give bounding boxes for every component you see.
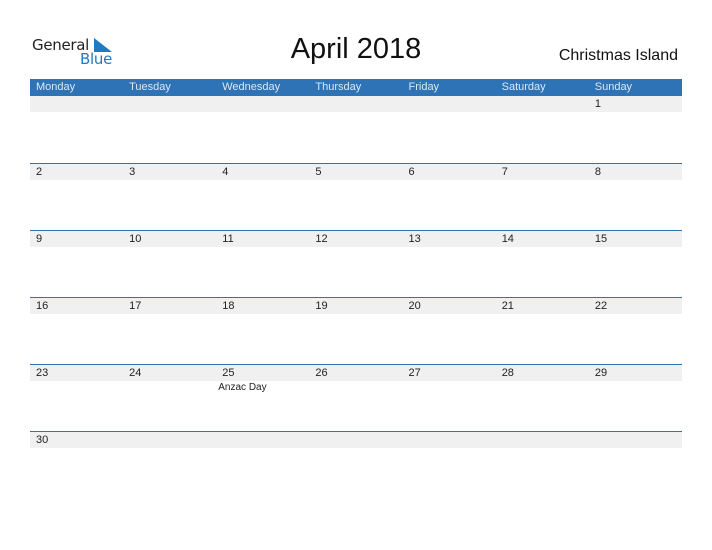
day-cell[interactable]: 15 [589, 231, 682, 297]
day-cell[interactable]: 11 [216, 231, 309, 297]
day-number: 4 [222, 166, 229, 178]
day-number: 2 [36, 166, 43, 178]
day-cell[interactable] [216, 96, 309, 162]
week-row: 9 10 11 12 13 14 15 [30, 230, 682, 297]
day-cell[interactable] [123, 96, 216, 162]
day-number: 10 [129, 233, 142, 245]
day-cell[interactable] [216, 432, 309, 498]
day-number: 30 [36, 434, 49, 446]
day-number: 9 [36, 233, 43, 245]
day-cell[interactable]: 19 [309, 298, 402, 364]
day-cell[interactable]: 2 [30, 164, 123, 230]
week-row: 2 3 4 5 6 7 8 [30, 163, 682, 230]
day-number: 26 [315, 367, 328, 379]
day-number: 14 [501, 233, 514, 245]
day-cell[interactable] [403, 96, 496, 162]
day-cell[interactable] [589, 432, 682, 498]
day-cell[interactable]: 16 [30, 298, 123, 364]
day-number: 18 [222, 300, 235, 312]
week-row: 16 17 18 19 20 21 22 [30, 297, 682, 364]
day-cell[interactable]: 24 [123, 365, 216, 431]
day-cell[interactable]: 5 [309, 164, 402, 230]
weekday-friday: Friday [408, 81, 440, 93]
day-number: 7 [501, 166, 508, 178]
day-number: 12 [315, 233, 328, 245]
day-cell[interactable]: 22 [589, 298, 682, 364]
day-cell[interactable]: 21 [496, 298, 589, 364]
day-cell[interactable]: 1 [589, 96, 682, 162]
weekday-saturday: Saturday [501, 81, 546, 93]
day-cell[interactable]: 17 [123, 298, 216, 364]
day-cell[interactable]: 20 [403, 298, 496, 364]
weekday-monday: Monday [36, 81, 76, 93]
week-row: 1 [30, 96, 682, 163]
day-cell[interactable]: 28 [496, 365, 589, 431]
day-number: 1 [594, 98, 601, 110]
day-number: 16 [36, 300, 49, 312]
week-row: 23 24 25 Anzac Day 26 27 28 29 [30, 364, 682, 431]
day-cell[interactable]: 13 [403, 231, 496, 297]
day-cell[interactable]: 6 [403, 164, 496, 230]
day-cell[interactable]: 8 [589, 164, 682, 230]
day-cell[interactable]: 26 [309, 365, 402, 431]
day-number: 27 [408, 367, 421, 379]
day-number: 19 [315, 300, 328, 312]
day-number: 5 [315, 166, 322, 178]
day-number: 23 [36, 367, 49, 379]
day-number: 6 [408, 166, 415, 178]
day-number: 8 [594, 166, 601, 178]
day-number: 20 [408, 300, 421, 312]
day-cell[interactable] [123, 432, 216, 498]
holiday-event: Anzac Day [218, 382, 267, 393]
day-number: 17 [129, 300, 142, 312]
day-cell[interactable]: 9 [30, 231, 123, 297]
weekday-tuesday: Tuesday [129, 81, 171, 93]
day-number: 3 [129, 166, 136, 178]
calendar-grid: 1 2 3 4 5 6 7 8 9 10 11 12 13 14 15 16 17 18 19 20 21 22 23 24 2… [30, 96, 682, 498]
day-cell[interactable]: 4 [216, 164, 309, 230]
weekday-sunday: Sunday [594, 81, 633, 93]
day-number: 24 [129, 367, 142, 379]
day-cell[interactable]: 14 [496, 231, 589, 297]
day-cell[interactable]: 25 Anzac Day [216, 365, 309, 431]
day-cell[interactable]: 12 [309, 231, 402, 297]
day-number: 11 [222, 233, 234, 245]
day-number: 25 [222, 367, 235, 379]
day-number: 28 [501, 367, 514, 379]
day-number: 29 [594, 367, 608, 379]
day-cell[interactable]: 27 [403, 365, 496, 431]
day-cell[interactable] [496, 432, 589, 498]
day-cell[interactable]: 10 [123, 231, 216, 297]
day-cell[interactable] [496, 96, 589, 162]
day-number: 13 [408, 233, 421, 245]
day-cell[interactable] [309, 432, 402, 498]
region-label: Christmas Island [558, 47, 678, 64]
day-number: 21 [501, 300, 514, 312]
day-cell[interactable] [403, 432, 496, 498]
week-row: 30 [30, 431, 682, 498]
weekday-wednesday: Wednesday [222, 81, 281, 93]
day-cell[interactable]: 29 [589, 365, 682, 431]
day-cell[interactable] [30, 96, 123, 162]
day-cell[interactable]: 7 [496, 164, 589, 230]
weekday-header: Monday Tuesday Wednesday Thursday Friday… [30, 79, 682, 96]
day-number: 15 [594, 233, 608, 245]
day-cell[interactable]: 3 [123, 164, 216, 230]
day-cell[interactable]: 23 [30, 365, 123, 431]
day-cell[interactable]: 18 [216, 298, 309, 364]
weekday-thursday: Thursday [315, 81, 362, 93]
day-cell[interactable] [309, 96, 402, 162]
day-number: 22 [594, 300, 608, 312]
day-cell[interactable]: 30 [30, 432, 123, 498]
